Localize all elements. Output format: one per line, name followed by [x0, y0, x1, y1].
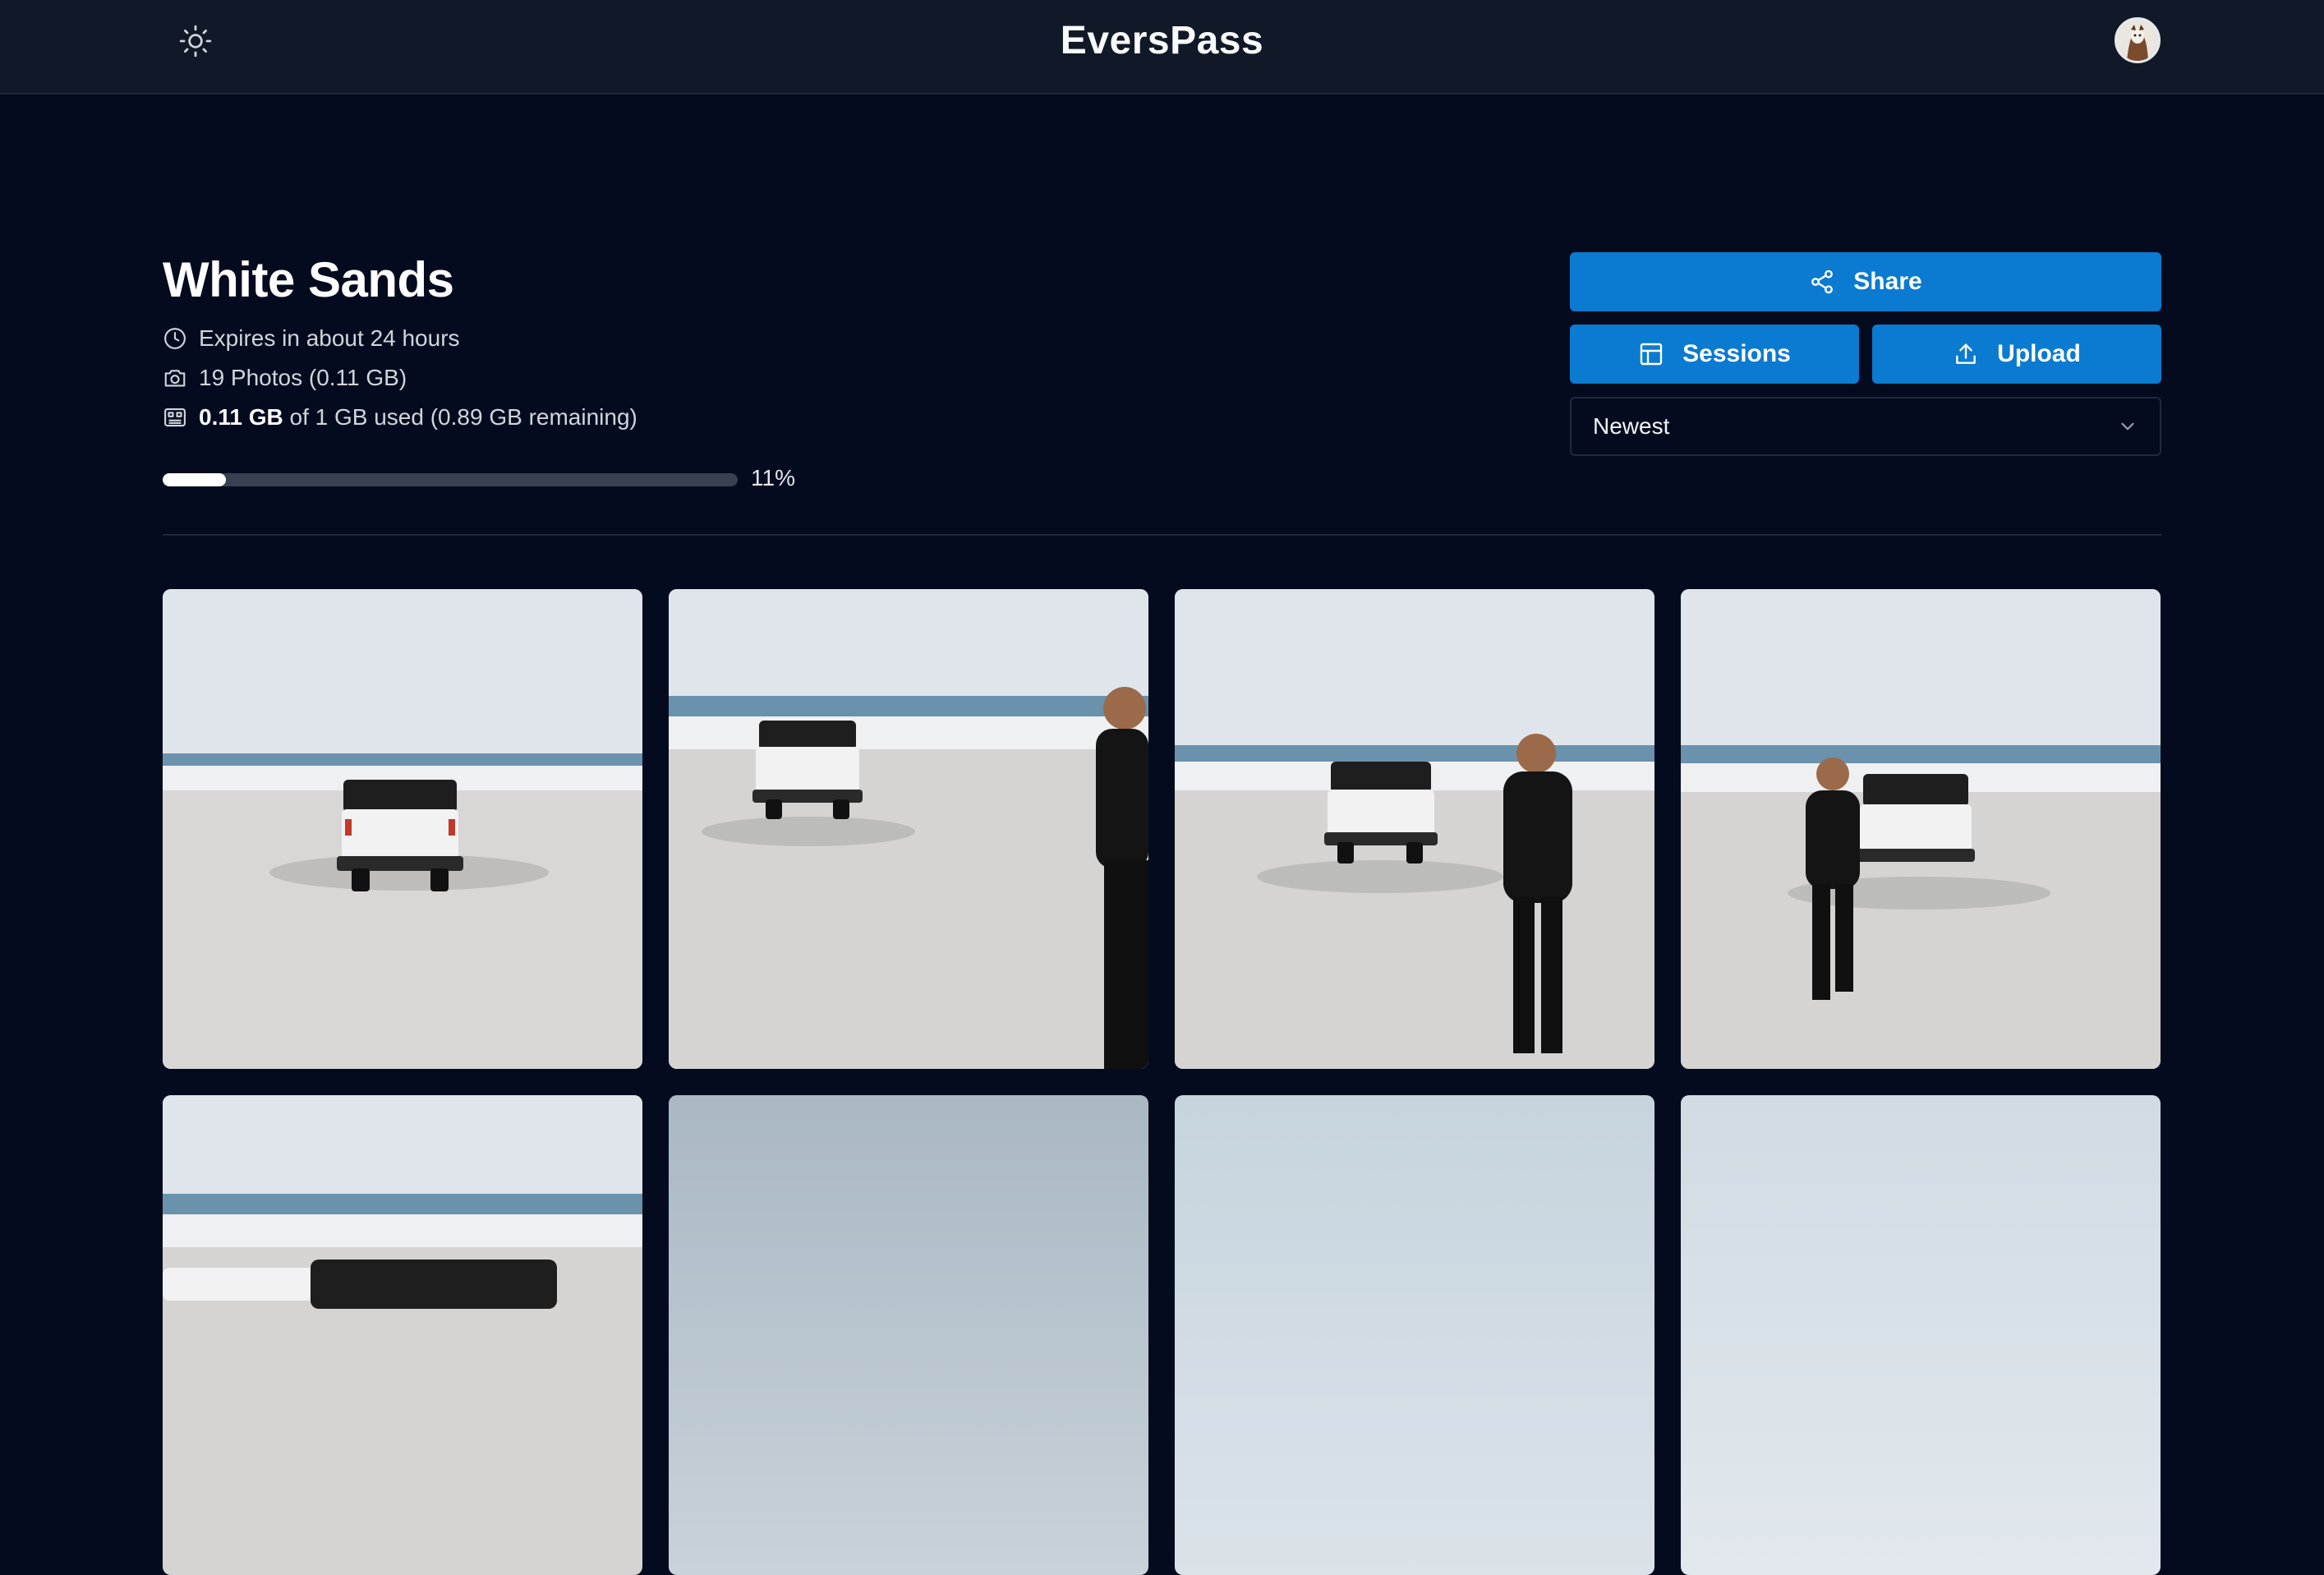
sort-value: Newest — [1593, 413, 1670, 439]
upload-button[interactable]: Upload — [1872, 325, 2161, 384]
camera-icon — [164, 370, 186, 387]
photo-thumbnail[interactable] — [1175, 1095, 1654, 1575]
sessions-button[interactable]: Sessions — [1570, 325, 1859, 384]
storage-icon — [164, 408, 186, 427]
photo-count-text: 19 Photos (0.11 GB) — [199, 365, 407, 390]
photo-thumbnail[interactable] — [163, 1095, 642, 1575]
avatar-image — [2117, 20, 2158, 61]
table-icon — [1640, 343, 1663, 366]
brand-title: EversPass — [1060, 19, 1264, 62]
share-button[interactable]: Share — [1570, 252, 2161, 311]
storage-text: 0.11 GB of 1 GB used (0.89 GB remaining) — [199, 404, 637, 431]
album-title: White Sands — [163, 252, 454, 307]
photo-count-row: 19 Photos (0.11 GB) — [163, 365, 407, 391]
sessions-label: Sessions — [1682, 340, 1791, 367]
photo-thumbnail[interactable] — [669, 589, 1148, 1069]
top-bar: EversPass — [0, 0, 2324, 94]
user-avatar[interactable] — [2115, 17, 2161, 63]
storage-used-value: 0.11 GB — [199, 404, 283, 430]
photo-thumbnail[interactable] — [1175, 589, 1654, 1069]
storage-rest-text: of 1 GB used (0.89 GB remaining) — [289, 404, 637, 430]
storage-progress-fill — [163, 473, 226, 486]
photo-thumbnail[interactable] — [1681, 1095, 2161, 1575]
clock-icon — [164, 328, 186, 349]
expiry-text: Expires in about 24 hours — [199, 325, 460, 351]
storage-progress-bar — [163, 473, 738, 486]
share-icon — [1811, 269, 1834, 294]
section-divider — [163, 534, 2161, 536]
upload-label: Upload — [1997, 340, 2081, 367]
storage-row: 0.11 GB of 1 GB used (0.89 GB remaining) — [163, 404, 637, 431]
photo-thumbnail[interactable] — [669, 1095, 1148, 1575]
storage-percent-label: 11% — [751, 465, 795, 490]
expiry-row: Expires in about 24 hours — [163, 325, 460, 352]
photo-thumbnail[interactable] — [163, 589, 642, 1069]
sort-select[interactable]: Newest — [1570, 397, 2161, 456]
chevron-down-icon — [2121, 422, 2134, 431]
photo-thumbnail[interactable] — [1681, 589, 2161, 1069]
upload-icon — [1956, 343, 1977, 364]
share-label: Share — [1853, 268, 1922, 295]
